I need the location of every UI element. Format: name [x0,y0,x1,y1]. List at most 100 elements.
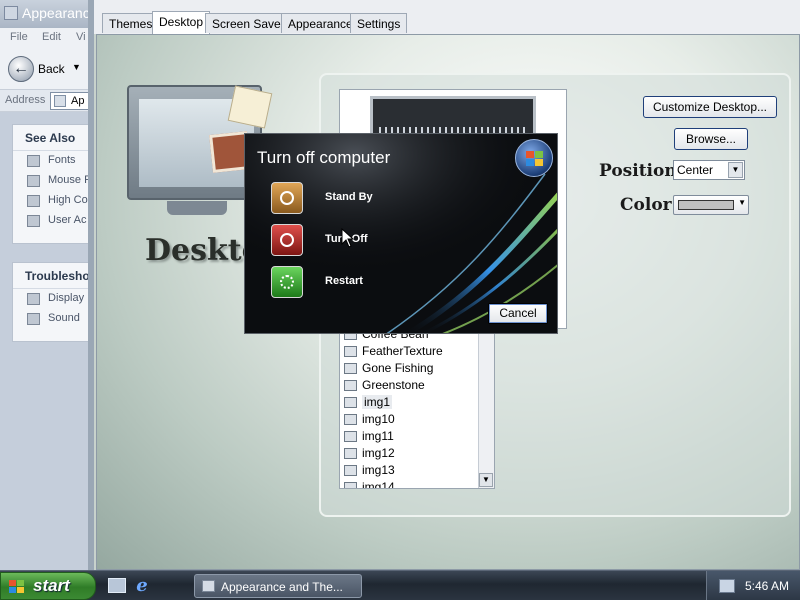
cancel-button[interactable]: Cancel [488,303,548,324]
troubleshooters-title[interactable]: Troublesho [13,263,91,289]
browse-button[interactable]: Browse... [674,128,748,150]
sidebar-item-display[interactable]: Display [13,289,91,309]
task-sidebar: See Also Fonts Mouse P High Co User Ac T… [0,112,92,570]
sidebar-item-label: Fonts [48,154,76,166]
troubleshooters-panel: Troublesho Display Sound [12,262,92,342]
chevron-down-icon[interactable]: ▼ [728,162,743,178]
image-file-icon [344,346,357,357]
color-swatch [678,200,734,210]
wallpaper-name: Greenstone [362,378,425,392]
menu-view[interactable]: Vi [76,31,86,43]
image-file-icon [344,431,357,442]
sidebar-item-sound[interactable]: Sound [13,309,91,329]
control-panel-icon [202,580,215,592]
turn-off-option[interactable]: Turn Off [271,224,451,258]
list-item[interactable]: img13 [340,462,494,479]
tab-themes[interactable]: Themes [102,13,160,33]
start-label: start [33,576,70,595]
turn-off-title: Turn off computer [257,148,391,167]
user-accounts-icon [27,215,40,227]
taskbar-button-label: Appearance and The... [221,580,343,594]
sidebar-item-fonts[interactable]: Fonts [13,151,91,171]
back-arrow-icon: ← [8,56,34,82]
image-file-icon [344,482,357,488]
control-panel-icon [54,95,66,107]
menu-file[interactable]: File [10,31,28,43]
list-item[interactable]: Gone Fishing [340,360,494,377]
sidebar-item-label: Display [48,292,85,304]
list-item[interactable]: img10 [340,411,494,428]
image-file-icon [344,414,357,425]
network-icon[interactable] [719,579,735,593]
back-label: Back [38,62,65,76]
windows-logo-icon [9,580,25,594]
image-file-icon [344,363,357,374]
show-desktop-icon[interactable] [108,578,126,593]
taskbar-button-appearance[interactable]: Appearance and The... [194,574,362,598]
fonts-icon [27,155,40,167]
wallpaper-list[interactable]: Coffee Bean FeatherTexture Gone Fishing Gre… [339,329,495,489]
position-value: Center [677,163,714,177]
stand-by-label: Stand By [325,191,373,203]
mouse-icon [27,175,40,187]
sidebar-item-label: User Ac [48,214,87,226]
windows-logo-icon [515,139,553,177]
back-button[interactable]: ← Back ▼ [8,56,84,82]
internet-explorer-icon[interactable]: e [132,576,152,596]
list-item[interactable]: img12 [340,445,494,462]
list-item[interactable]: img14 [340,479,494,488]
image-file-icon [344,397,357,408]
chevron-down-icon: ▼ [738,198,746,207]
wallpaper-name: FeatherTexture [362,344,443,358]
list-item[interactable]: img1 [340,394,494,411]
color-picker-button[interactable]: ▼ [673,195,749,215]
help-icon [27,313,40,325]
explorer-title: Appearanc [22,5,90,21]
folder-icon [4,6,18,20]
restart-label: Restart [325,275,363,287]
high-contrast-icon [27,195,40,207]
standby-icon[interactable] [271,182,303,214]
turn-off-computer-dialog: Turn off computer Stand By Turn Off Rest… [244,133,558,334]
wallpaper-name: img11 [362,429,394,443]
stand-by-option[interactable]: Stand By [271,182,451,216]
tab-strip: Themes Desktop Screen Saver Appearance S… [94,0,800,34]
address-label: Address [5,94,46,106]
sidebar-item-mouse-pointers[interactable]: Mouse P [13,171,91,191]
position-select[interactable]: Center ▼ [673,160,745,180]
list-item[interactable]: img11 [340,428,494,445]
wallpaper-name: Gone Fishing [362,361,434,375]
scroll-down-icon[interactable]: ▼ [479,473,493,487]
sidebar-item-label: Mouse P [48,174,92,186]
mouse-cursor-icon [341,228,355,248]
sidebar-item-user-accounts[interactable]: User Ac [13,211,91,231]
restart-option[interactable]: Restart [271,266,451,300]
list-scrollbar[interactable]: ▼ [478,330,494,488]
image-file-icon [344,448,357,459]
image-file-icon [344,465,357,476]
list-item[interactable]: Greenstone [340,377,494,394]
system-tray: 5:46 AM [706,571,800,600]
start-button[interactable]: start [0,572,96,600]
sidebar-item-high-contrast[interactable]: High Co [13,191,91,211]
sticky-note-icon [227,85,273,129]
tab-desktop[interactable]: Desktop [152,11,211,34]
tab-screen-saver[interactable]: Screen Saver [205,13,292,33]
help-icon [27,293,40,305]
tab-appearance[interactable]: Appearance [281,13,360,33]
list-item[interactable]: FeatherTexture [340,343,494,360]
wallpaper-name: img12 [362,446,395,460]
taskbar: start e Appearance and The... 5:46 AM [0,570,800,600]
wallpaper-name: img13 [362,463,395,477]
see-also-title[interactable]: See Also [13,125,91,151]
chevron-down-icon[interactable]: ▼ [72,62,81,72]
wallpaper-name: img1 [362,395,393,409]
power-icon[interactable] [271,224,303,256]
sidebar-item-label: Sound [48,312,80,324]
tab-settings[interactable]: Settings [350,13,408,33]
restart-icon[interactable] [271,266,303,298]
clock[interactable]: 5:46 AM [745,579,789,593]
image-file-icon [344,380,357,391]
customize-desktop-button[interactable]: Customize Desktop... [643,96,777,118]
menu-edit[interactable]: Edit [42,31,61,43]
